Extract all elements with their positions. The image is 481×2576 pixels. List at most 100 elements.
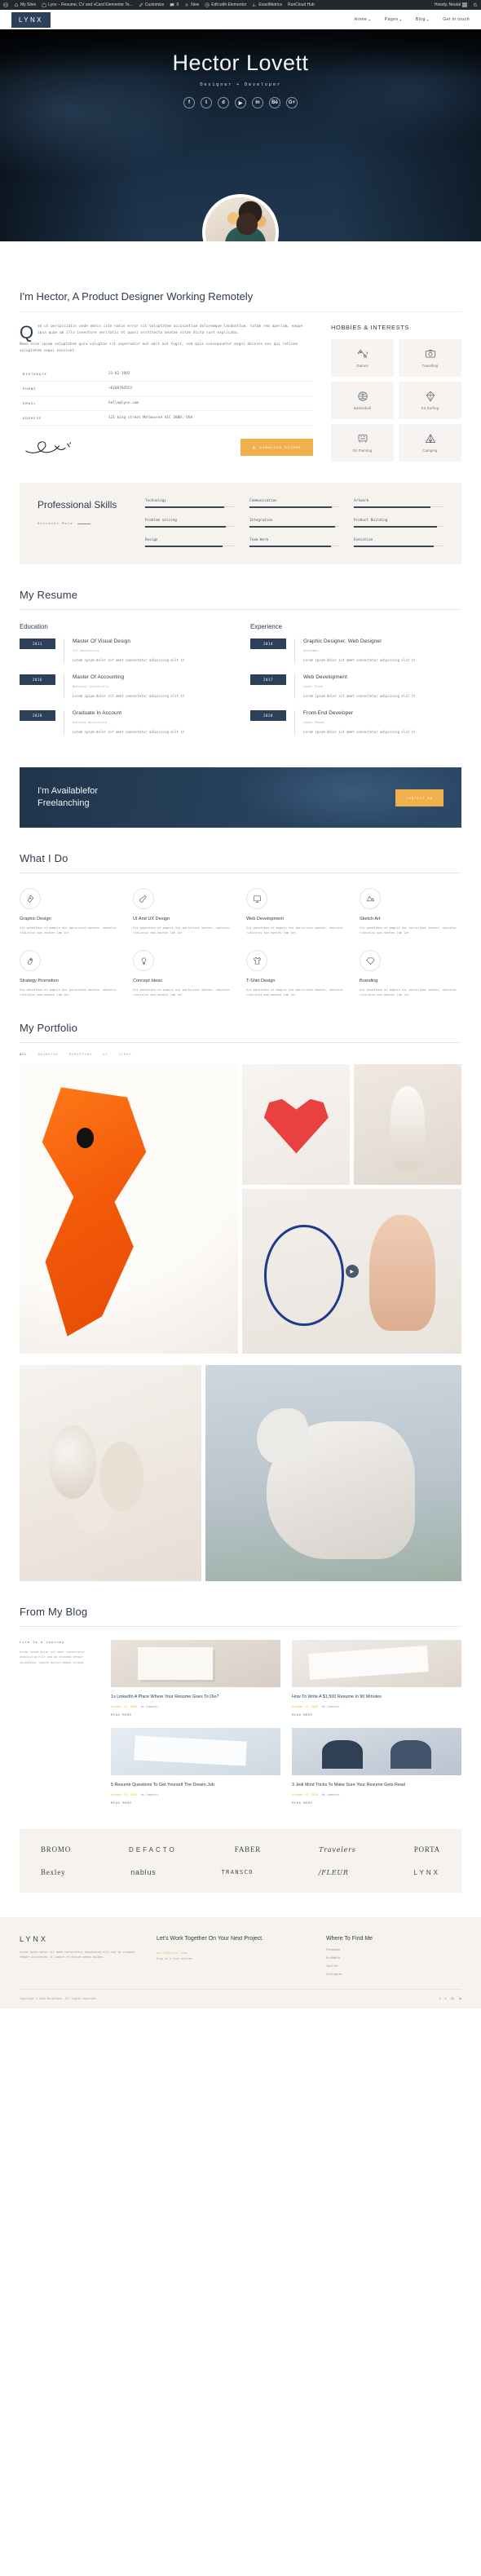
portfolio-item[interactable] (354, 1064, 461, 1185)
youtube-icon[interactable]: ▶ (235, 97, 246, 108)
site-logo[interactable]: LYNX (11, 11, 51, 28)
portfolio-item[interactable] (242, 1064, 351, 1185)
footer-description: Lorem ipsum dolor sit amet consectetur a… (20, 1951, 135, 1959)
filter-marketing[interactable]: MARKETING (69, 1053, 92, 1056)
skill-bar (354, 546, 434, 547)
skill-bar (145, 546, 223, 547)
footer-link-facebook[interactable]: Facebook (326, 1948, 461, 1951)
adminbar-item-customize[interactable]: Customize (139, 2, 164, 7)
service-desc: Sis penatibus et magnis dis parturient m… (133, 926, 230, 935)
search-icon (473, 2, 478, 7)
camera-icon (425, 349, 435, 358)
skill-item: Product Building (354, 519, 443, 528)
filter-all[interactable]: ALL (20, 1053, 28, 1056)
instagram-icon[interactable]: ◎ (451, 1996, 454, 2000)
adminbar-item-runcloud[interactable]: RunCloud Hub (288, 2, 315, 7)
brush-icon (133, 888, 154, 909)
portfolio-item[interactable] (20, 1064, 239, 1354)
blog-card[interactable]: How To Write A $1,500 Resume In 90 Minut… (292, 1640, 461, 1717)
linkedin-icon[interactable]: in (459, 1996, 461, 2000)
timeline-item: 2014 Graphic Designer, Web Designer Deth… (250, 638, 461, 674)
service-name: UI And UX Design (133, 917, 170, 921)
behance-icon[interactable]: Bē (269, 97, 280, 108)
filter-ui[interactable]: UI (103, 1053, 108, 1056)
read-more-link[interactable]: Read More (111, 1713, 280, 1717)
footer-email-link[interactable]: hello@lynx.com (157, 1951, 311, 1955)
filter-branding[interactable]: BRANDING (38, 1053, 59, 1056)
hobby-card-camping[interactable]: Camping (399, 424, 461, 462)
adminbar-howdy[interactable]: Howdy, Neutal (435, 2, 467, 7)
nav-item-home[interactable]: Home ▾ (355, 17, 371, 22)
about-section: I'm Hector, A Product Designer Working R… (0, 241, 481, 462)
hobby-label: Basketball (353, 406, 372, 410)
blog-card[interactable]: 5 Resume Questions To Get Yourself The D… (111, 1728, 280, 1805)
adminbar-item-comments[interactable]: 0 (170, 2, 179, 7)
footer-link-instagram[interactable]: Instagram (326, 1973, 461, 1976)
hobby-card-basketball[interactable]: Basketball (331, 382, 394, 419)
blog-card[interactable]: 3 Jedi Mind Tricks To Make Sure Your Res… (292, 1728, 461, 1805)
social-glyph: in (255, 100, 260, 105)
info-value: 121 king street Melbourne VIC 3000, USA (108, 416, 193, 421)
skill-name: Team Work (249, 538, 269, 542)
adminbar-item-wordpress[interactable] (3, 2, 8, 7)
footer-link-dribbble[interactable]: Dribbble (326, 1956, 461, 1960)
blog-post-date: October 13, 2020 (292, 1793, 318, 1796)
play-icon[interactable]: ▶ (345, 1265, 359, 1278)
facebook-icon[interactable]: f (439, 1996, 440, 2000)
hobby-card-oil-painting[interactable]: Oil Painting (331, 424, 394, 462)
skill-track (145, 526, 235, 528)
adminbar-label: 0 (176, 2, 179, 7)
linkedin-icon[interactable]: in (252, 97, 263, 108)
hobby-card-travelling[interactable]: Travelling (399, 339, 461, 377)
service-card-strategy-promotion[interactable]: Strategy Promotion Sis penatibus et magn… (20, 950, 121, 997)
twitter-icon[interactable]: t (445, 1996, 446, 2000)
service-card-ui-ux-design[interactable]: UI And UX Design Sis penatibus et magnis… (133, 888, 235, 935)
blog-card[interactable]: 1s LinkedIn A Place Where Your Resume Go… (111, 1640, 280, 1717)
adminbar-label: ExactMetrics (258, 2, 282, 7)
footer-copyright: Copyright © 2020 Nicktheme. All rights r… (20, 1996, 98, 2000)
hobby-card-games[interactable]: Games (331, 339, 394, 377)
adminbar-item-new[interactable]: New (184, 2, 199, 7)
facebook-icon[interactable]: f (183, 97, 195, 108)
discover-more-link[interactable]: Discover More (38, 522, 129, 525)
service-card-branding[interactable]: Branding Sis penatibus et magnis dis par… (360, 950, 461, 997)
google-plus-icon[interactable]: G+ (286, 97, 298, 108)
service-card-tshirt-design[interactable]: T-Shirt Design Sis penatibus et magnis d… (246, 950, 348, 997)
nav-item-blog[interactable]: Blog ▾ (416, 17, 429, 22)
adminbar-search[interactable] (473, 2, 478, 7)
service-card-sketch-art[interactable]: Sketch Art Sis penatibus et magnis dis p… (360, 888, 461, 935)
twitter-icon[interactable]: t (201, 97, 212, 108)
nav-item-get-in-touch[interactable]: Get in touch (443, 17, 470, 22)
footer-logo[interactable]: LYNX (20, 1935, 142, 1943)
avatar-icon (462, 2, 467, 7)
hobby-card-kit-surfing[interactable]: Kit Surfing (399, 382, 461, 419)
basketball-icon (357, 391, 368, 401)
hero-social-links: f t d ▶ in Bē G+ (0, 97, 481, 108)
service-card-web-development[interactable]: Web Development Sis penatibus et magnis … (246, 888, 348, 935)
adminbar-item-site-name[interactable]: Lynx – Resume, CV and vCard Elementor Te… (42, 2, 133, 7)
service-card-concept-ideas[interactable]: Concept Ideas Sis penatibus et magnis di… (133, 950, 235, 997)
service-card-graphic-design[interactable]: Graphic Design Sis penatibus et magnis d… (20, 888, 121, 935)
adminbar-item-edit-elementor[interactable]: Edit with Elementor (205, 2, 246, 7)
skill-item: Execution (354, 538, 443, 547)
contact-me-button[interactable]: Contact Me (395, 789, 443, 806)
portfolio-item[interactable] (20, 1365, 201, 1581)
main-navigation: Home ▾ Pages ▾ Blog ▾ Get in touch (355, 17, 470, 22)
about-dropcap: Q (20, 322, 34, 342)
wp-admin-bar[interactable]: My Sites Lynx – Resume, CV and vCard Ele… (0, 0, 481, 10)
service-desc: Sis penatibus et magnis dis parturient m… (360, 988, 457, 996)
read-more-link[interactable]: Read More (292, 1713, 461, 1717)
portfolio-item[interactable] (205, 1365, 461, 1581)
adminbar-item-my-sites[interactable]: My Sites (14, 2, 36, 7)
adminbar-item-exactmetrics[interactable]: ExactMetrics (252, 2, 282, 7)
nav-item-pages[interactable]: Pages ▾ (385, 17, 402, 22)
read-more-link[interactable]: Read More (292, 1801, 461, 1805)
filter-video[interactable]: VIDEO (119, 1053, 132, 1056)
dumbbell-icon (357, 350, 368, 358)
dribbble-icon[interactable]: d (218, 97, 229, 108)
info-value: hello@lynx.com (108, 401, 139, 406)
portfolio-item[interactable]: ▶ (242, 1189, 461, 1354)
download-resume-button[interactable]: Download Resume (240, 438, 313, 456)
footer-link-twitter[interactable]: Twitter (326, 1964, 461, 1968)
read-more-link[interactable]: Read More (111, 1801, 280, 1805)
